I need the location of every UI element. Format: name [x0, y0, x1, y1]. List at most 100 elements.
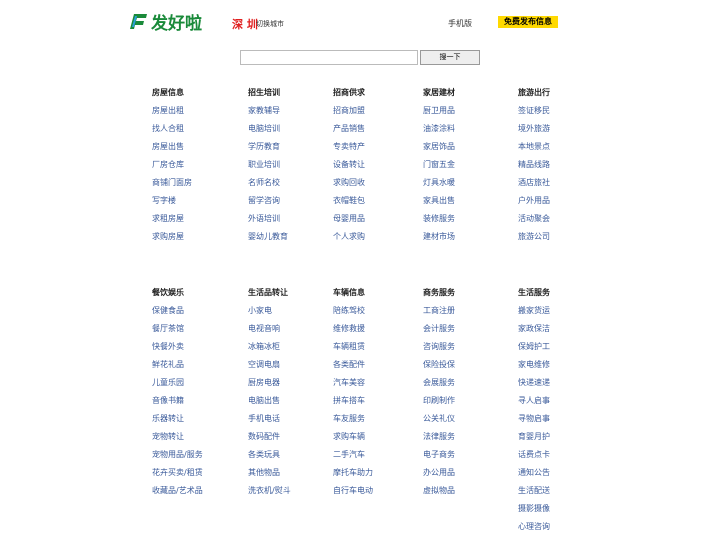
category-link[interactable]: 汽车美容: [333, 378, 413, 396]
category-link[interactable]: 餐厅茶馆: [152, 324, 232, 342]
category-link[interactable]: 产品销售: [333, 124, 413, 142]
category-link[interactable]: 宠物用品/服务: [152, 450, 232, 468]
category-link[interactable]: 保姆护工: [518, 342, 598, 360]
category-title[interactable]: 招生培训: [248, 88, 328, 106]
category-link[interactable]: 心理咨询: [518, 522, 598, 540]
category-link[interactable]: 乐器转让: [152, 414, 232, 432]
category-link[interactable]: 儿童乐园: [152, 378, 232, 396]
category-link[interactable]: 装修服务: [423, 214, 503, 232]
category-title[interactable]: 招商供求: [333, 88, 413, 106]
category-link[interactable]: 厨卫用品: [423, 106, 503, 124]
category-link[interactable]: 会计服务: [423, 324, 503, 342]
category-link[interactable]: 快餐外卖: [152, 342, 232, 360]
category-link[interactable]: 法律服务: [423, 432, 503, 450]
category-link[interactable]: 名师名校: [248, 178, 328, 196]
category-link[interactable]: 维修救援: [333, 324, 413, 342]
category-link[interactable]: 学历教育: [248, 142, 328, 160]
category-link[interactable]: 求租房屋: [152, 214, 232, 232]
category-link[interactable]: 求购车辆: [333, 432, 413, 450]
category-link[interactable]: 户外用品: [518, 196, 598, 214]
category-link[interactable]: 旅游公司: [518, 232, 598, 250]
category-title[interactable]: 生活服务: [518, 288, 598, 306]
category-link[interactable]: 找人合租: [152, 124, 232, 142]
category-link[interactable]: 签证移民: [518, 106, 598, 124]
category-link[interactable]: 音像书籍: [152, 396, 232, 414]
category-link[interactable]: 设备转让: [333, 160, 413, 178]
category-link[interactable]: 寻物启事: [518, 414, 598, 432]
category-link[interactable]: 育婴月护: [518, 432, 598, 450]
search-button[interactable]: 搜一下: [420, 50, 480, 65]
category-link[interactable]: 咨询服务: [423, 342, 503, 360]
category-link[interactable]: 本地景点: [518, 142, 598, 160]
category-title[interactable]: 商务服务: [423, 288, 503, 306]
category-link[interactable]: 生活配送: [518, 486, 598, 504]
category-link[interactable]: 其他物品: [248, 468, 328, 486]
category-link[interactable]: 外语培训: [248, 214, 328, 232]
category-title[interactable]: 房屋信息: [152, 88, 232, 106]
category-link[interactable]: 办公用品: [423, 468, 503, 486]
category-title[interactable]: 车辆信息: [333, 288, 413, 306]
category-link[interactable]: 保健食品: [152, 306, 232, 324]
category-link[interactable]: 宠物转让: [152, 432, 232, 450]
category-link[interactable]: 家居饰品: [423, 142, 503, 160]
category-link[interactable]: 快递速递: [518, 378, 598, 396]
category-link[interactable]: 电脑出售: [248, 396, 328, 414]
category-link[interactable]: 摄影摄像: [518, 504, 598, 522]
category-link[interactable]: 公关礼仪: [423, 414, 503, 432]
category-link[interactable]: 酒店旅社: [518, 178, 598, 196]
category-link[interactable]: 陪练驾校: [333, 306, 413, 324]
category-link[interactable]: 寻人启事: [518, 396, 598, 414]
category-title[interactable]: 生活品转让: [248, 288, 328, 306]
category-link[interactable]: 话费点卡: [518, 450, 598, 468]
category-link[interactable]: 会展服务: [423, 378, 503, 396]
category-link[interactable]: 衣帽鞋包: [333, 196, 413, 214]
category-link[interactable]: 摩托车助力: [333, 468, 413, 486]
category-link[interactable]: 家教辅导: [248, 106, 328, 124]
site-logo[interactable]: 发好啦: [128, 10, 208, 34]
category-link[interactable]: 求购房屋: [152, 232, 232, 250]
category-link[interactable]: 收藏品/艺术品: [152, 486, 232, 504]
category-link[interactable]: 小家电: [248, 306, 328, 324]
category-link[interactable]: 留学咨询: [248, 196, 328, 214]
category-link[interactable]: 保险投保: [423, 360, 503, 378]
category-title[interactable]: 旅游出行: [518, 88, 598, 106]
category-link[interactable]: 拼车搭车: [333, 396, 413, 414]
category-link[interactable]: 个人求购: [333, 232, 413, 250]
category-link[interactable]: 房屋出租: [152, 106, 232, 124]
category-link[interactable]: 活动聚会: [518, 214, 598, 232]
publish-button[interactable]: 免费发布信息: [498, 16, 558, 28]
category-link[interactable]: 家具出售: [423, 196, 503, 214]
category-link[interactable]: 车友服务: [333, 414, 413, 432]
category-link[interactable]: 房屋出售: [152, 142, 232, 160]
category-link[interactable]: 求购回收: [333, 178, 413, 196]
category-link[interactable]: 花卉买卖/租赁: [152, 468, 232, 486]
category-link[interactable]: 厂房仓库: [152, 160, 232, 178]
category-link[interactable]: 境外旅游: [518, 124, 598, 142]
category-link[interactable]: 自行车电动: [333, 486, 413, 504]
category-link[interactable]: 家电维修: [518, 360, 598, 378]
category-link[interactable]: 门窗五金: [423, 160, 503, 178]
category-link[interactable]: 母婴用品: [333, 214, 413, 232]
switch-city-link[interactable]: 切换城市: [256, 19, 284, 29]
category-link[interactable]: 搬家货运: [518, 306, 598, 324]
category-link[interactable]: 印刷制作: [423, 396, 503, 414]
category-title[interactable]: 家居建材: [423, 88, 503, 106]
category-title[interactable]: 餐饮娱乐: [152, 288, 232, 306]
category-link[interactable]: 建材市场: [423, 232, 503, 250]
category-link[interactable]: 家政保洁: [518, 324, 598, 342]
category-link[interactable]: 油漆涂料: [423, 124, 503, 142]
category-link[interactable]: 灯具水暖: [423, 178, 503, 196]
category-link[interactable]: 精品线路: [518, 160, 598, 178]
search-input[interactable]: [240, 50, 418, 65]
category-link[interactable]: 婴幼儿教育: [248, 232, 328, 250]
category-link[interactable]: 电视音响: [248, 324, 328, 342]
category-link[interactable]: 招商加盟: [333, 106, 413, 124]
category-link[interactable]: 厨房电器: [248, 378, 328, 396]
category-link[interactable]: 电脑培训: [248, 124, 328, 142]
category-link[interactable]: 各类配件: [333, 360, 413, 378]
category-link[interactable]: 数码配件: [248, 432, 328, 450]
category-link[interactable]: 各类玩具: [248, 450, 328, 468]
category-link[interactable]: 洗衣机/熨斗: [248, 486, 328, 504]
category-link[interactable]: 职业培训: [248, 160, 328, 178]
category-link[interactable]: 商铺门面房: [152, 178, 232, 196]
